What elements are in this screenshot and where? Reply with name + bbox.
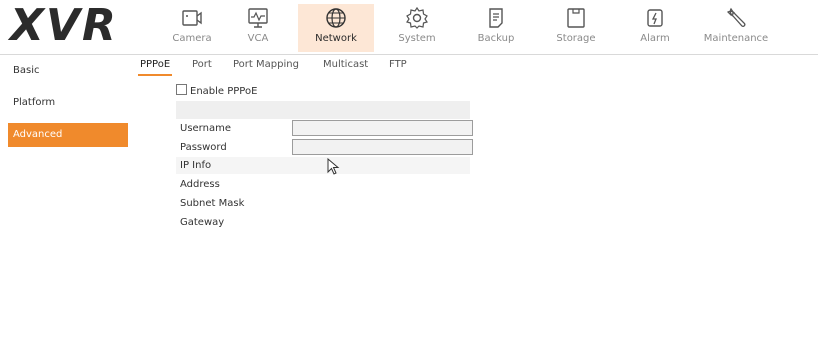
nav-backup[interactable]: Backup [458,4,534,52]
alarm-icon [647,9,663,27]
password-label: Password [180,142,227,153]
nav-storage[interactable]: Storage [538,4,614,52]
nav-alarm[interactable]: Alarm [617,4,693,52]
enable-pppoe-label: Enable PPPoE [190,86,258,97]
enable-pppoe-row: Enable PPPoE [176,84,257,99]
wrench-icon [726,7,746,27]
globe-icon [326,8,346,28]
gear-icon [406,6,428,29]
address-label: Address [180,179,220,190]
nav-network[interactable]: Network [298,4,374,52]
nav-label-network: Network [315,33,357,44]
top-navigation-bar: XVR Camera VCA Network System Backup Sto… [0,0,818,55]
tab-pppoe[interactable]: PPPoE [137,58,173,76]
gateway-label: Gateway [180,217,225,228]
tab-port[interactable]: Port [192,58,212,72]
section-divider-band [176,101,470,119]
settings-sidebar: Basic Platform Advanced [8,56,130,356]
enable-pppoe-checkbox[interactable] [176,84,187,95]
nav-label-storage: Storage [556,33,596,44]
sidebar-item-platform[interactable]: Platform [8,91,128,115]
nav-system[interactable]: System [379,4,455,52]
storage-icon [567,8,585,28]
username-field[interactable] [292,120,473,136]
tab-multicast[interactable]: Multicast [323,58,368,72]
nav-label-camera: Camera [172,33,212,44]
vca-monitor-icon [248,8,268,28]
nav-label-system: System [398,33,436,44]
ip-info-band [176,157,470,174]
sidebar-item-advanced[interactable]: Advanced [8,123,128,147]
nav-label-alarm: Alarm [640,33,670,44]
camera-icon [182,10,202,26]
subnet-mask-label: Subnet Mask [180,198,245,209]
tab-ftp[interactable]: FTP [389,58,407,72]
username-label: Username [180,123,231,134]
nav-vca[interactable]: VCA [220,4,296,52]
nav-label-maintenance: Maintenance [703,33,769,44]
mouse-pointer-icon [327,158,340,175]
ip-info-label: IP Info [180,160,212,171]
backup-file-icon [489,8,503,28]
nav-camera[interactable]: Camera [154,4,230,52]
nav-label-backup: Backup [477,33,515,44]
tab-port-mapping[interactable]: Port Mapping [233,58,299,72]
password-field[interactable] [292,139,473,155]
nav-label-vca: VCA [247,33,269,44]
sidebar-item-basic[interactable]: Basic [8,59,128,83]
brand-logo: XVR [10,0,118,51]
nav-maintenance[interactable]: Maintenance [698,4,774,52]
